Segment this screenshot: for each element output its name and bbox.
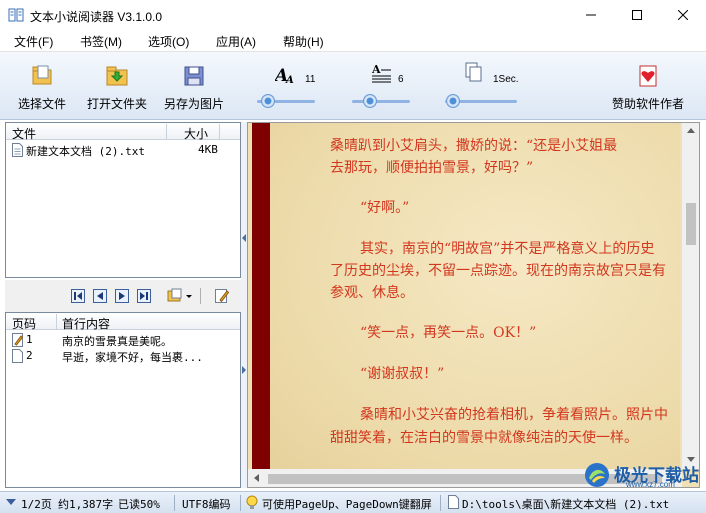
page-icon	[12, 349, 23, 363]
status-page: 1/2页	[21, 498, 52, 511]
status-read: 已读50%	[118, 498, 160, 511]
pages-icon	[465, 62, 482, 82]
folder-arrow-icon	[106, 66, 128, 86]
last-page-icon[interactable]	[137, 289, 151, 303]
page-list: 页码 首行内容 1 南京的雪景真是美呢。 2 早逝，家境不好，每当裹...	[5, 312, 241, 488]
line-spacing-value: 6	[398, 74, 404, 85]
page-number: 2	[26, 349, 33, 362]
paragraph-line: “笑一点，再笑一点。OK！”	[360, 325, 537, 341]
prev-page-icon[interactable]	[93, 289, 107, 303]
file-icon	[448, 495, 459, 509]
title-bar: 文本小说阅读器 V3.1.0.0	[0, 0, 706, 30]
line-spacing-slider[interactable]	[352, 94, 410, 108]
column-page[interactable]: 页码	[12, 315, 36, 332]
page-number: 1	[26, 333, 33, 346]
line-spacing-icon: A	[372, 64, 391, 83]
paragraph-line: “谢谢叔叔！”	[360, 366, 445, 382]
page-row[interactable]: 2 早逝，家境不好，每当裹...	[6, 348, 240, 364]
text-file-icon	[12, 143, 23, 157]
page-first-line: 早逝，家境不好，每当裹...	[62, 351, 203, 364]
heart-card-icon	[639, 65, 657, 87]
column-first-line[interactable]: 首行内容	[62, 315, 110, 332]
close-icon	[678, 10, 688, 20]
book-app-icon	[8, 8, 24, 22]
paragraph-line: 其实，南京的“明故宫”并不是严格意义上的历史	[360, 241, 655, 257]
paragraph-line: 甜甜笑着，在洁白的雪景中就像纯洁的天使一样。	[330, 430, 638, 446]
paragraph-line: 了历史的尘埃，不留一点踪迹。现在的南京故宫只是有	[330, 263, 666, 279]
choose-file-button[interactable]: 选择文件	[14, 58, 70, 112]
file-size: 4KB	[198, 143, 218, 156]
menu-file[interactable]: 文件(F)	[14, 33, 53, 50]
watermark-url: www.xz7.com	[626, 480, 675, 489]
file-row[interactable]: 新建文本文档 (2).txt 4KB	[6, 142, 240, 158]
menu-bar: 文件(F) 书签(M) 选项(O) 应用(A) 帮助(H)	[0, 30, 706, 52]
donate-button[interactable]: 赞助软件作者	[606, 58, 690, 112]
file-list-header: 文件 大小	[6, 123, 240, 142]
next-page-icon[interactable]	[115, 289, 129, 303]
paragraph-line: 桑晴和小艾兴奋的抢着相机，争着看照片。照片中	[360, 407, 668, 423]
scroll-up-icon[interactable]	[687, 128, 695, 133]
nav-divider	[200, 288, 201, 304]
book-spine	[252, 123, 270, 487]
paragraph-line: 去那玩，顺便拍拍雪景，好吗？”	[330, 160, 534, 176]
lightbulb-icon	[246, 495, 258, 509]
svg-text:A: A	[372, 64, 381, 76]
page-row[interactable]: 1 南京的雪景真是美呢。	[6, 332, 240, 348]
status-chars: 约1,387字	[58, 498, 114, 511]
interval-value: 1Sec.	[493, 74, 519, 85]
font-size-value: 11	[305, 74, 316, 85]
open-folder-button[interactable]: 打开文件夹	[85, 58, 149, 112]
page-first-line: 南京的雪景真是美呢。	[62, 335, 172, 348]
page-list-header: 页码 首行内容	[6, 313, 240, 332]
interval-slider[interactable]	[445, 94, 517, 108]
save-as-image-button[interactable]: 另存为图片	[162, 58, 226, 112]
aurora-logo-icon	[585, 463, 609, 487]
minimize-button[interactable]	[568, 0, 614, 30]
scroll-left-icon[interactable]	[254, 474, 259, 482]
toolbar: 选择文件 打开文件夹 另存为图片 A A 11 A 6 1Sec. 赞助软件作者	[0, 52, 706, 120]
status-bar: 1/2页 约1,387字 已读50% UTF8编码 可使用PageUp、Page…	[0, 491, 706, 513]
paragraph-line: 参观、休息。	[330, 285, 414, 301]
open-file-icon	[32, 65, 52, 85]
font-size-slider[interactable]	[257, 94, 315, 108]
maximize-icon	[632, 10, 642, 20]
left-panel: 文件 大小 新建文本文档 (2).txt 4KB 页码 首行内容 1 南京的雪景…	[5, 122, 241, 488]
menu-apps[interactable]: 应用(A)	[216, 33, 256, 50]
file-name: 新建文本文档 (2).txt	[26, 145, 145, 158]
edit-page-icon	[12, 333, 23, 347]
page-nav-bar	[5, 280, 241, 312]
maximize-button[interactable]	[614, 0, 660, 30]
file-list: 文件 大小 新建文本文档 (2).txt 4KB	[5, 122, 241, 278]
minimize-icon	[586, 14, 596, 16]
menu-bookmarks[interactable]: 书签(M)	[80, 33, 122, 50]
vertical-scrollbar[interactable]	[682, 123, 699, 469]
edit-bookmark-icon[interactable]	[215, 289, 229, 303]
reader-view[interactable]: 桑晴趴到小艾肩头，撒娇的说：“还是小艾姐最 去那玩，顺便拍拍雪景，好吗？” “好…	[247, 122, 700, 488]
paragraph-line: “好啊。”	[360, 200, 410, 216]
close-button[interactable]	[660, 0, 706, 30]
bookmark-dropdown-icon[interactable]	[167, 288, 193, 304]
font-size-icon: A A	[275, 66, 294, 84]
window-title: 文本小说阅读器 V3.1.0.0	[30, 10, 163, 24]
status-path: D:\tools\桌面\新建文本文档 (2).txt	[462, 498, 670, 511]
status-encoding: UTF8编码	[182, 498, 231, 511]
status-tip: 可使用PageUp、PageDown键翻屏	[262, 498, 432, 511]
status-arrow-icon	[6, 499, 16, 505]
floppy-disk-icon	[184, 66, 204, 86]
paragraph-line: 桑晴趴到小艾肩头，撒娇的说：“还是小艾姐最	[330, 138, 618, 154]
column-file[interactable]: 文件	[12, 125, 36, 142]
first-page-icon[interactable]	[71, 289, 85, 303]
watermark-logo: 极光下载站 www.xz7.com	[580, 459, 700, 489]
svg-text:A: A	[285, 75, 294, 84]
column-size[interactable]: 大小	[184, 125, 208, 142]
menu-help[interactable]: 帮助(H)	[283, 33, 324, 50]
menu-options[interactable]: 选项(O)	[148, 33, 189, 50]
scroll-thumb[interactable]	[686, 203, 696, 245]
